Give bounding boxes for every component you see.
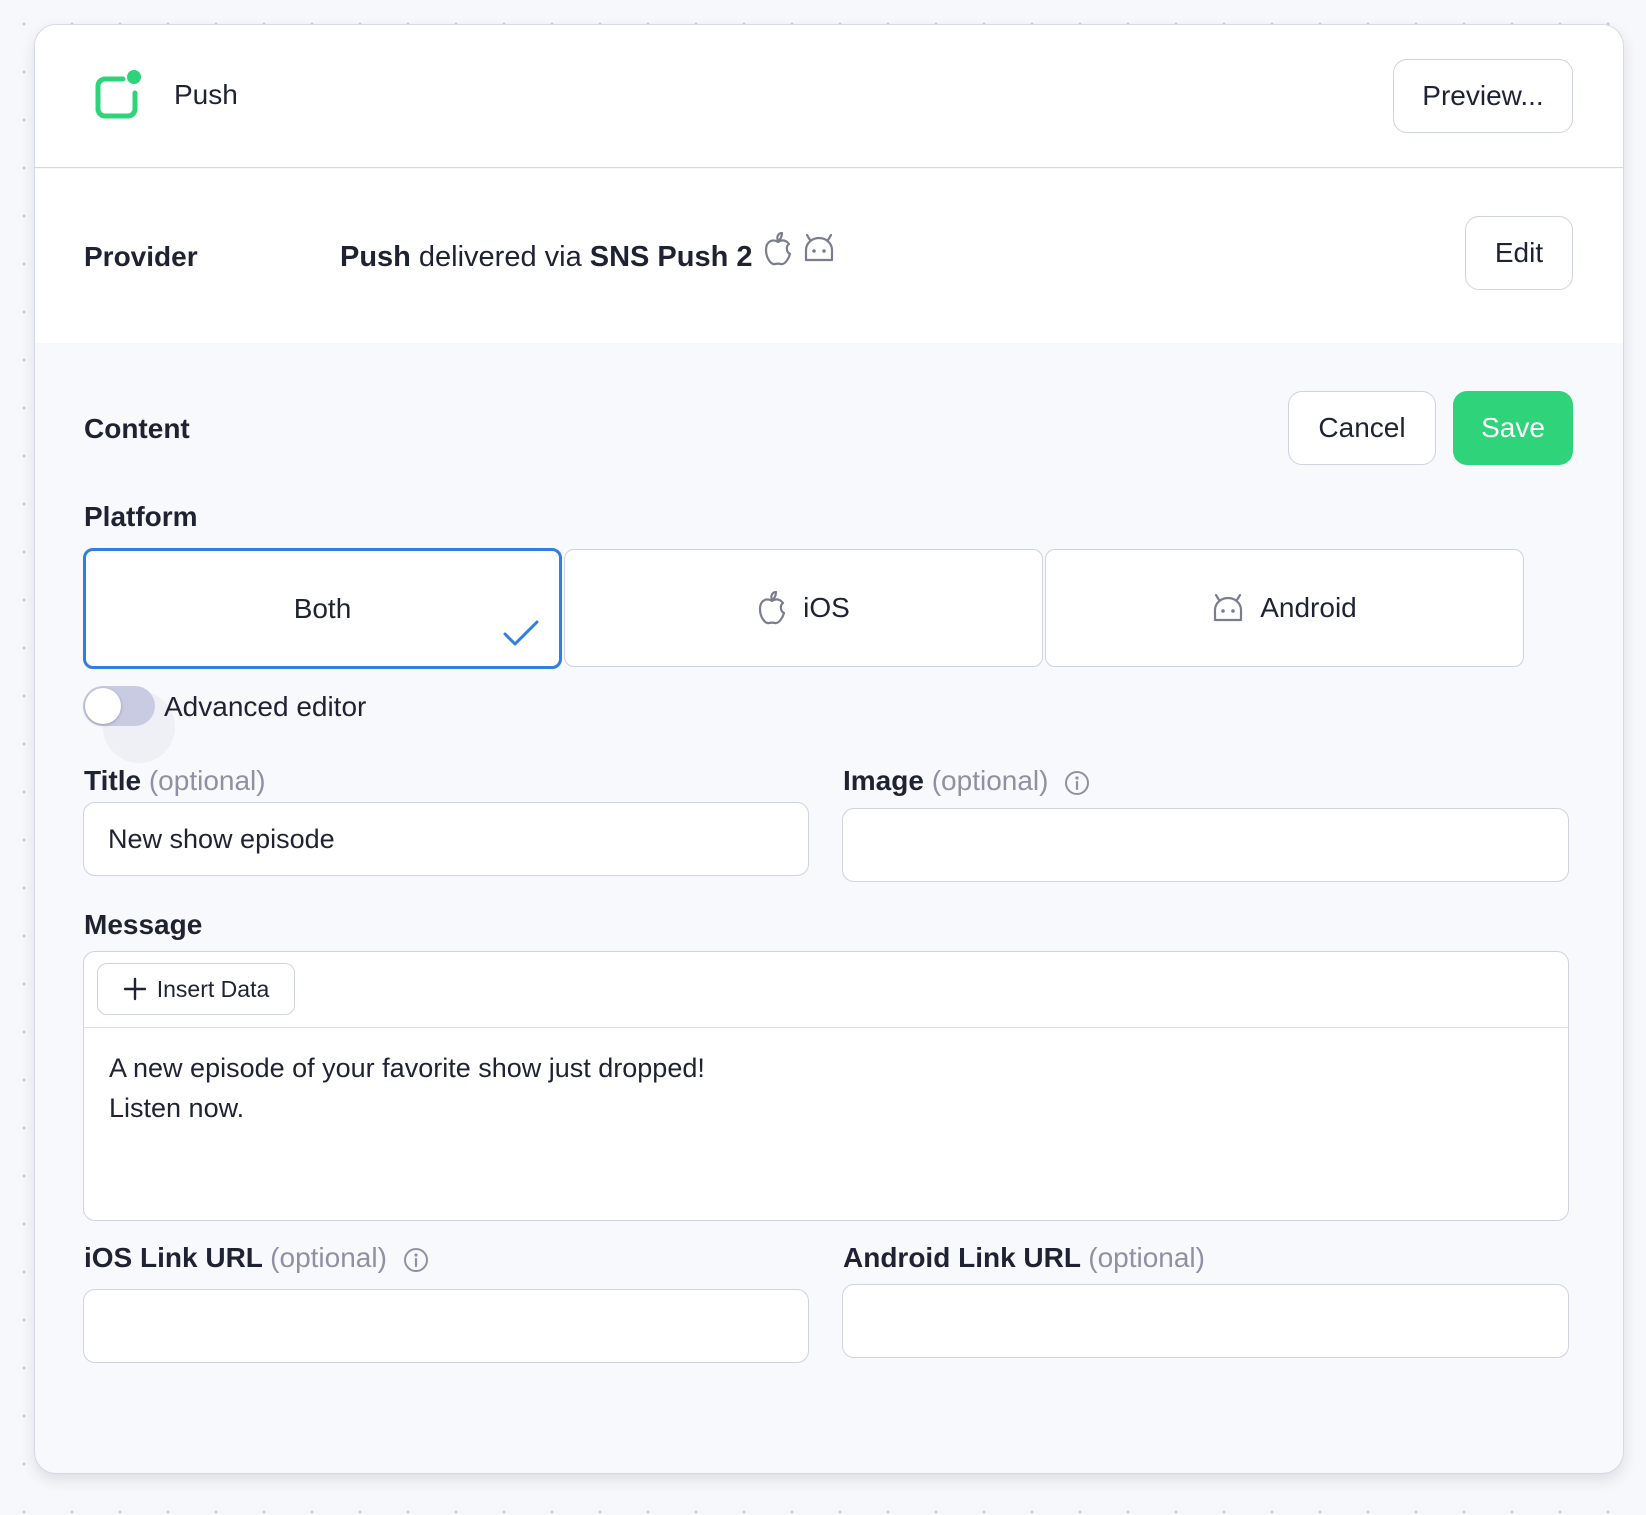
platform-option-ios[interactable]: iOS — [564, 549, 1043, 667]
optional-hint: (optional) — [148, 765, 266, 796]
message-text[interactable]: A new episode of your favorite show just… — [109, 1048, 1509, 1128]
apple-icon — [764, 232, 792, 266]
info-icon[interactable] — [1064, 770, 1090, 796]
platform-option-both[interactable]: Both — [83, 548, 562, 669]
android-link-field-label: Android Link URL (optional) — [843, 1242, 1205, 1274]
push-notification-icon — [95, 70, 141, 119]
header-title: Push — [174, 79, 238, 110]
optional-hint: (optional) — [270, 1242, 387, 1273]
ios-link-label-text: iOS Link URL — [84, 1242, 263, 1273]
message-field-label: Message — [84, 909, 203, 940]
platform-label: Platform — [84, 501, 198, 532]
provider-platform-icons — [763, 232, 835, 266]
provider-channel: Push — [340, 241, 411, 273]
advanced-editor-label: Advanced editor — [164, 691, 367, 722]
platform-option-label: Android — [1260, 592, 1357, 623]
title-field-label: Title (optional) — [84, 765, 266, 797]
image-label-text: Image — [843, 765, 924, 796]
provider-via: delivered via — [418, 241, 582, 273]
image-input[interactable] — [842, 808, 1569, 882]
android-icon — [1214, 593, 1243, 622]
toggle-knob — [85, 688, 121, 724]
edit-provider-button[interactable]: Edit — [1465, 216, 1573, 290]
platform-option-label: iOS — [803, 592, 850, 623]
platform-option-android[interactable]: Android — [1045, 549, 1524, 667]
android-link-input[interactable] — [842, 1284, 1569, 1358]
provider-section: Provider Push delivered via SNS Push 2 E… — [35, 169, 1623, 343]
android-icon — [804, 233, 834, 262]
optional-hint: (optional) — [1088, 1242, 1205, 1273]
ios-link-field-label: iOS Link URL (optional) — [84, 1242, 429, 1274]
title-label-text: Title — [84, 765, 142, 796]
info-icon[interactable] — [403, 1247, 429, 1273]
optional-hint: (optional) — [931, 765, 1049, 796]
message-toolbar: Insert Data — [84, 952, 1568, 1028]
push-config-card: Push Preview... Provider Push delivered … — [34, 24, 1624, 1474]
insert-data-label: Insert Data — [156, 975, 270, 1002]
provider-service: SNS Push 2 — [589, 241, 753, 273]
save-button[interactable]: Save — [1453, 391, 1573, 465]
advanced-editor-toggle[interactable] — [83, 686, 155, 726]
android-link-label-text: Android Link URL — [843, 1242, 1081, 1273]
message-editor[interactable]: Insert Data A new episode of your favori… — [83, 951, 1569, 1221]
insert-data-button[interactable]: Insert Data — [97, 963, 295, 1015]
provider-description: Push delivered via SNS Push 2 — [340, 241, 753, 274]
card-header: Push Preview... — [35, 25, 1623, 168]
plus-icon — [123, 977, 146, 1001]
ios-link-input[interactable] — [83, 1289, 809, 1363]
check-icon — [503, 620, 539, 646]
content-label: Content — [84, 413, 190, 444]
platform-option-label: Both — [293, 592, 352, 624]
image-field-label: Image (optional) — [843, 765, 1090, 797]
preview-button[interactable]: Preview... — [1393, 59, 1573, 133]
cancel-button[interactable]: Cancel — [1288, 391, 1436, 465]
provider-label: Provider — [84, 241, 198, 272]
apple-icon — [759, 591, 786, 625]
title-input[interactable] — [83, 802, 809, 876]
